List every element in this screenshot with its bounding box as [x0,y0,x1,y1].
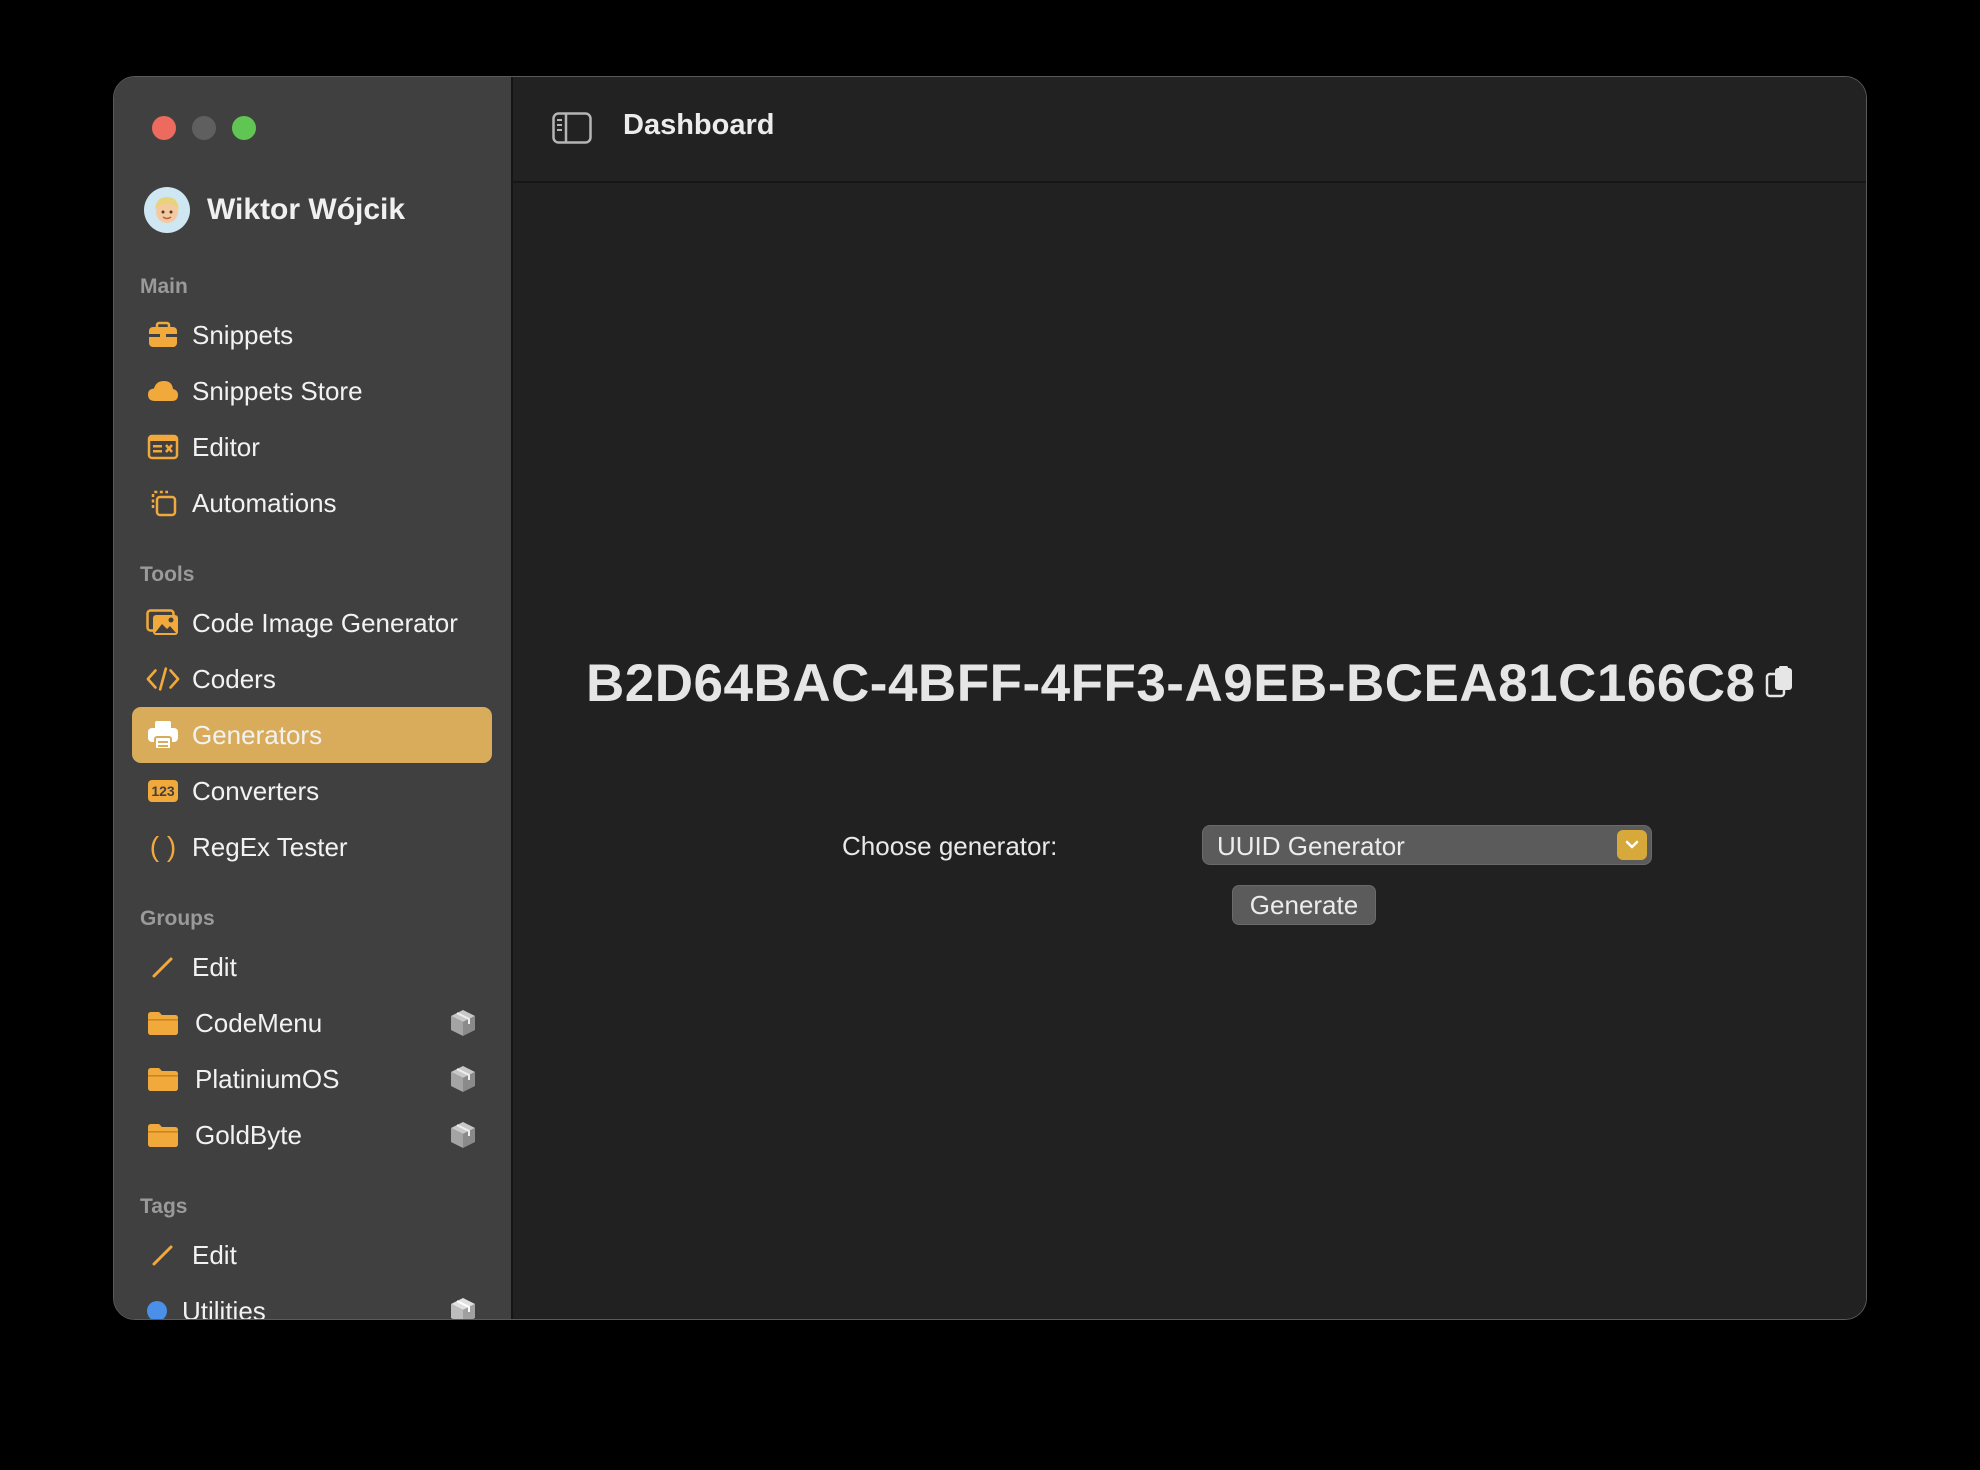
toolbox-icon [146,320,180,350]
folder-icon [146,1120,180,1150]
sidebar: Wiktor Wójcik Main Snippets Snippets Sto… [114,77,513,1319]
sidebar-item-label: Snippets Store [192,375,363,406]
sidebar-item-label: Generators [192,719,323,750]
sidebar-item-label: Automations [192,487,337,518]
app-window: Wiktor Wójcik Main Snippets Snippets Sto… [113,76,1867,1320]
page-title: Dashboard [623,109,775,141]
shared-cube-icon [451,1298,475,1319]
user-profile[interactable]: Wiktor Wójcik [144,187,405,233]
number-123-icon: 123 [146,776,180,806]
minimize-window-button[interactable] [192,116,216,140]
sidebar-item-snippets[interactable]: Snippets [132,307,492,363]
sidebar-toggle-icon[interactable] [552,112,592,144]
sidebar-group-goldbyte[interactable]: GoldByte [132,1107,492,1163]
folder-icon [146,1008,180,1038]
generate-button[interactable]: Generate [1232,885,1376,925]
generator-select-value: UUID Generator [1217,831,1405,861]
sidebar-tag-utilities[interactable]: Utilities [132,1283,492,1320]
chevron-down-icon [1617,830,1647,860]
shared-cube-icon [451,1010,475,1036]
sidebar-item-label: RegEx Tester [192,831,348,862]
sidebar-group-platiniumos[interactable]: PlatiniumOS [132,1051,492,1107]
sidebar-item-label: Coders [192,663,276,694]
sidebar-item-converters[interactable]: 123 Converters [132,763,492,819]
pencil-icon [146,952,180,982]
shared-cube-icon [451,1066,475,1092]
avatar [144,187,190,233]
sidebar-item-label: Converters [192,775,320,806]
sidebar-item-label: Code Image Generator [192,607,458,638]
cloud-icon [146,376,180,406]
sidebar-group-codemenu[interactable]: CodeMenu [132,995,492,1051]
sidebar-item-label: GoldByte [195,1119,302,1150]
main-content: Dashboard B2D64BAC-4BFF-4FF3-A9EB-BCEA81… [513,77,1866,1319]
zoom-window-button[interactable] [232,116,256,140]
choose-generator-label: Choose generator: [842,831,1058,861]
sidebar-item-automations[interactable]: Automations [132,475,492,531]
sidebar-item-label: Editor [192,431,260,462]
sidebar-item-label: Edit [192,951,237,982]
code-icon [146,664,180,694]
close-window-button[interactable] [152,116,176,140]
section-title-tags: Tags [140,1195,188,1218]
sidebar-item-generators[interactable]: Generators [132,707,492,763]
toolbar: Dashboard [513,77,1866,183]
parentheses-icon: ( ) [149,831,177,862]
section-title-tools: Tools [140,563,195,586]
shared-cube-icon [451,1122,475,1148]
folder-icon [146,1064,180,1094]
profile-name: Wiktor Wójcik [207,193,406,226]
sidebar-item-label: Snippets [192,319,294,350]
photo-icon [146,608,180,638]
editor-icon [146,432,180,462]
sidebar-item-regex-tester[interactable]: ( ) RegEx Tester [132,819,492,875]
sidebar-item-label: Utilities [182,1295,266,1320]
sidebar-item-snippets-store[interactable]: Snippets Store [132,363,492,419]
generated-value: B2D64BAC-4BFF-4FF3-A9EB-BCEA81C166C8 [586,654,1756,713]
groups-edit-button[interactable]: Edit [132,939,492,995]
tags-edit-button[interactable]: Edit [132,1227,492,1283]
pencil-icon [146,1240,180,1270]
blue-dot-icon [146,1296,168,1319]
automations-icon [146,488,180,518]
sidebar-item-code-image-generator[interactable]: Code Image Generator [132,595,492,651]
sidebar-item-label: CodeMenu [195,1007,323,1038]
generator-select[interactable]: UUID Generator [1202,825,1652,865]
printer-icon [146,720,180,750]
section-title-groups: Groups [140,907,215,930]
copy-icon[interactable] [1765,665,1795,701]
sidebar-item-editor[interactable]: Editor [132,419,492,475]
section-title-main: Main [140,275,188,298]
sidebar-item-label: Edit [192,1239,237,1270]
sidebar-item-coders[interactable]: Coders [132,651,492,707]
sidebar-item-label: PlatiniumOS [195,1063,340,1094]
